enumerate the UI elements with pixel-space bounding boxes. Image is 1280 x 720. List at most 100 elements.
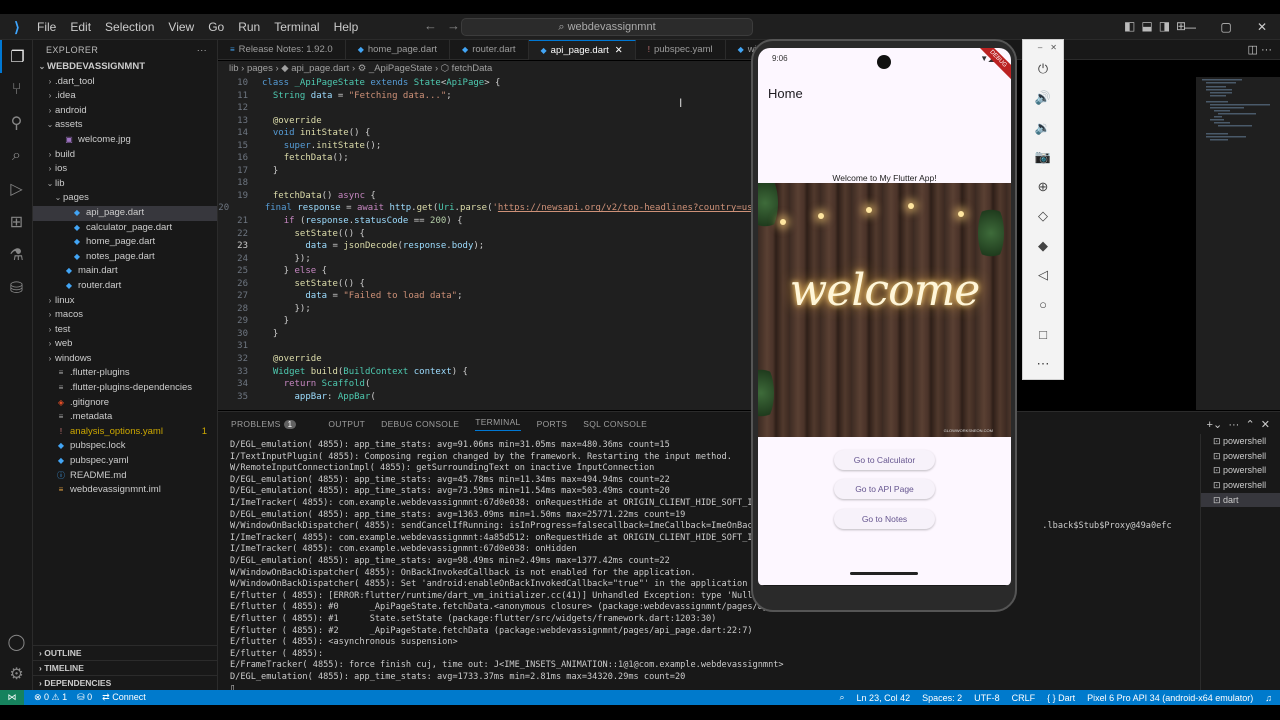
- tree-item[interactable]: ≡ webdevassignmnt.iml: [33, 483, 217, 498]
- tree-item[interactable]: › web: [33, 337, 217, 352]
- breadcrumb[interactable]: lib › pages › ◆ api_page.dart › ⚙ _ApiPa…: [218, 61, 758, 77]
- encoding[interactable]: UTF-8: [974, 693, 1000, 703]
- tree-item[interactable]: ⌄ lib: [33, 177, 217, 192]
- terminal-instance[interactable]: ⊡ dart: [1201, 492, 1280, 508]
- tree-item[interactable]: ◆ pubspec.lock: [33, 439, 217, 454]
- tree-item[interactable]: ⌄ pages: [33, 191, 217, 206]
- tree-item[interactable]: ⓘ README.md: [33, 469, 217, 484]
- tree-item[interactable]: ⌄ WEBDEVASSIGNMNT: [33, 60, 217, 75]
- menu-file[interactable]: File: [30, 20, 63, 34]
- volume-down-icon[interactable]: 🔉: [1023, 113, 1063, 143]
- go-to-notes-button[interactable]: Go to Notes: [834, 509, 935, 529]
- gesture-navigation-pill[interactable]: [850, 572, 918, 575]
- settings-gear-icon[interactable]: ⚙: [0, 657, 33, 690]
- go-to-api-page-button[interactable]: Go to API Page: [834, 479, 935, 499]
- menu-selection[interactable]: Selection: [98, 20, 161, 34]
- run-icon[interactable]: ▷: [0, 172, 33, 205]
- menu-run[interactable]: Run: [231, 20, 267, 34]
- indentation[interactable]: Spaces: 2: [922, 693, 962, 703]
- volume-up-icon[interactable]: 🔊: [1023, 84, 1063, 114]
- problems-status[interactable]: ⊗ 0 ⚠ 1: [34, 692, 67, 703]
- tree-item[interactable]: ◈ .gitignore: [33, 396, 217, 411]
- tree-item[interactable]: ◆ api_page.dart: [33, 205, 217, 221]
- tree-item[interactable]: ⌄ assets: [33, 118, 217, 133]
- remote-indicator-icon[interactable]: ⋈: [0, 690, 24, 705]
- panel-tab-terminal[interactable]: TERMINAL: [475, 417, 521, 431]
- panel-tab-output[interactable]: OUTPUT: [328, 419, 365, 429]
- connect-status[interactable]: ⇄ Connect: [102, 692, 146, 703]
- tree-item[interactable]: › test: [33, 323, 217, 338]
- section-timeline[interactable]: › TIMELINE: [33, 660, 218, 675]
- overview-icon[interactable]: □: [1023, 320, 1063, 350]
- end-of-line[interactable]: CRLF: [1012, 693, 1036, 703]
- notifications-icon[interactable]: ♫: [1265, 693, 1272, 703]
- tree-item[interactable]: ◆ calculator_page.dart: [33, 221, 217, 236]
- terminal-instance[interactable]: ⊡ powershell: [1201, 449, 1280, 464]
- menu-terminal[interactable]: Terminal: [267, 20, 326, 34]
- maximize-panel-icon[interactable]: ⌃: [1245, 419, 1254, 431]
- editor-tab[interactable]: ◆ router.dart: [450, 40, 529, 60]
- zoom-icon[interactable]: ⌕: [840, 692, 845, 703]
- tree-item[interactable]: ! analysis_options.yaml 1: [33, 425, 217, 440]
- language-mode[interactable]: { } Dart: [1047, 693, 1075, 703]
- panel-more-icon[interactable]: ···: [1228, 419, 1239, 431]
- editor-tab[interactable]: ≡ Release Notes: 1.92.0: [218, 40, 346, 60]
- back-arrow-icon[interactable]: ←: [424, 18, 437, 33]
- go-to-calculator-button[interactable]: Go to Calculator: [834, 450, 935, 470]
- panel-tab-problems[interactable]: PROBLEMS 1: [231, 419, 312, 429]
- tree-item[interactable]: ≡ .flutter-plugins-dependencies: [33, 381, 217, 396]
- close-tab-icon[interactable]: ✕: [615, 45, 623, 56]
- source-control-icon[interactable]: ⑂: [0, 73, 33, 106]
- tree-item[interactable]: ◆ main.dart: [33, 264, 217, 279]
- terminal-instance[interactable]: ⊡ powershell: [1201, 434, 1280, 449]
- home-icon[interactable]: ○: [1023, 290, 1063, 320]
- explorer-icon[interactable]: ❐: [0, 40, 33, 73]
- menu-help[interactable]: Help: [327, 20, 366, 34]
- tree-item[interactable]: ◆ router.dart: [33, 279, 217, 294]
- menu-go[interactable]: Go: [201, 20, 231, 34]
- database-icon[interactable]: ⛁: [0, 271, 33, 304]
- maximize-icon[interactable]: ▢: [1208, 20, 1244, 34]
- more-icon[interactable]: ···: [1261, 44, 1272, 56]
- editor-tab[interactable]: ! pubspec.yaml: [636, 40, 726, 60]
- minimize-icon[interactable]: —: [1172, 20, 1208, 34]
- panel-tab-ports[interactable]: PORTS: [537, 419, 568, 429]
- tree-item[interactable]: › linux: [33, 294, 217, 309]
- code-editor[interactable]: 10 class _ApiPageState extends State<ApiP…: [218, 77, 758, 410]
- tree-item[interactable]: ◆ home_page.dart: [33, 235, 217, 250]
- tree-item[interactable]: ≡ .flutter-plugins: [33, 366, 217, 381]
- close-panel-icon[interactable]: ✕: [1261, 419, 1270, 431]
- close-window-icon[interactable]: ✕: [1244, 20, 1280, 34]
- tree-item[interactable]: › .idea: [33, 89, 217, 104]
- tree-item[interactable]: › windows: [33, 352, 217, 367]
- phone-screen[interactable]: 9:06 ▼◢ ▮ DEBUG Home Welcome to My Flutt…: [758, 48, 1011, 586]
- testing-icon[interactable]: ⚗: [0, 238, 33, 271]
- cursor-position[interactable]: Ln 23, Col 42: [857, 693, 911, 703]
- toggle-panel-icon[interactable]: ⬓: [1141, 19, 1152, 33]
- menu-view[interactable]: View: [161, 20, 201, 34]
- terminal-output[interactable]: D/EGL_emulation( 4855): app_time_stats: …: [230, 440, 1198, 690]
- more-options-icon[interactable]: ⋯: [1023, 349, 1063, 379]
- tree-item[interactable]: › ios: [33, 162, 217, 177]
- tree-item[interactable]: › .dart_tool: [33, 75, 217, 90]
- minimap[interactable]: [1196, 77, 1280, 410]
- menu-edit[interactable]: Edit: [63, 20, 98, 34]
- rotate-right-icon[interactable]: ◆: [1023, 231, 1063, 261]
- toggle-sidebar-icon[interactable]: ◧: [1124, 19, 1135, 33]
- rotate-left-icon[interactable]: ◇: [1023, 202, 1063, 232]
- zoom-icon[interactable]: ⊕: [1023, 172, 1063, 202]
- tree-item[interactable]: › android: [33, 104, 217, 119]
- camera-icon[interactable]: 📷: [1023, 143, 1063, 173]
- tree-item[interactable]: ≡ .metadata: [33, 410, 217, 425]
- new-terminal-icon[interactable]: +⌄: [1207, 419, 1223, 431]
- search-icon[interactable]: ⌕: [0, 139, 33, 172]
- editor-tab[interactable]: ◆ home_page.dart: [346, 40, 451, 60]
- emulator-close-icon[interactable]: ✕: [1050, 43, 1057, 52]
- toggle-secondary-sidebar-icon[interactable]: ◨: [1159, 19, 1170, 33]
- terminal-instance[interactable]: ⊡ powershell: [1201, 478, 1280, 493]
- tree-item[interactable]: ◆ pubspec.yaml: [33, 454, 217, 469]
- forward-arrow-icon[interactable]: →: [447, 18, 460, 33]
- emulator-minimize-icon[interactable]: –: [1038, 43, 1042, 52]
- tree-item[interactable]: › build: [33, 148, 217, 163]
- command-center-search[interactable]: ⌕ webdevassignmnt: [461, 18, 753, 36]
